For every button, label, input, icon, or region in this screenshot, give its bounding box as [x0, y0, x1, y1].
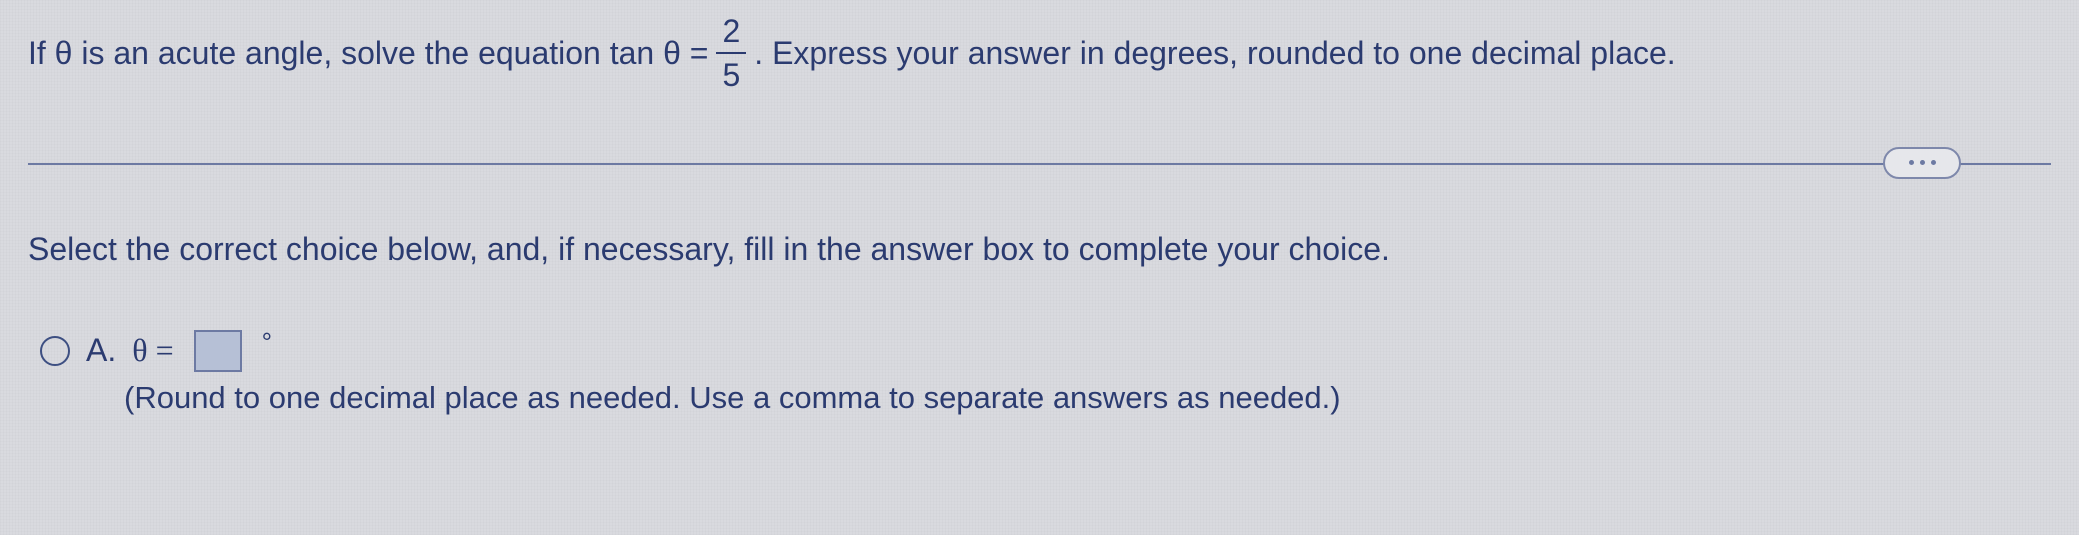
ellipsis-icon: [1920, 160, 1925, 165]
answer-input-a[interactable]: [194, 330, 242, 372]
question-trailing: . Express your answer in degrees, rounde…: [754, 34, 1675, 72]
more-options-button[interactable]: [1883, 147, 1961, 179]
choice-a-row: A. θ = °: [40, 330, 2051, 372]
ellipsis-icon: [1931, 160, 1936, 165]
section-divider: [28, 163, 2051, 165]
fraction-numerator: 2: [716, 12, 746, 54]
question-area: If θ is an acute angle, solve the equati…: [0, 0, 2079, 95]
question-leading: If θ is an acute angle, solve the equati…: [28, 34, 708, 72]
instruction-text: Select the correct choice below, and, if…: [28, 231, 2051, 268]
question-text: If θ is an acute angle, solve the equati…: [28, 12, 2051, 95]
choice-a-hint: (Round to one decimal place as needed. U…: [124, 380, 2051, 416]
choice-a-prefix: θ =: [132, 332, 173, 369]
radio-choice-a[interactable]: [40, 336, 70, 366]
choice-a-label: A.: [86, 332, 116, 369]
degree-unit: °: [262, 327, 272, 358]
divider-area: [28, 163, 2051, 165]
fraction-denominator: 5: [716, 54, 746, 94]
ellipsis-icon: [1909, 160, 1914, 165]
fraction: 2 5: [716, 12, 746, 95]
